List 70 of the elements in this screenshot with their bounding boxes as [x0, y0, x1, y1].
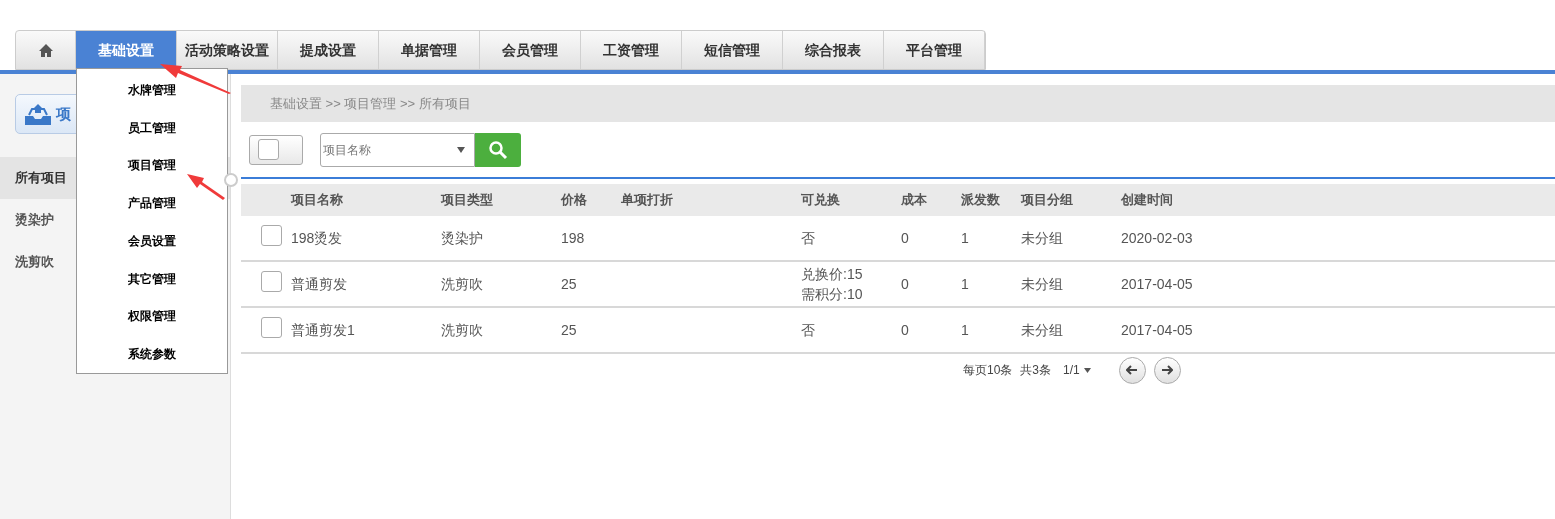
select-all-toggle[interactable]	[249, 134, 303, 165]
left-arrow-icon	[1126, 365, 1139, 375]
nav-tab[interactable]: 工资管理	[581, 31, 682, 69]
table-cell-text: 0	[901, 321, 910, 340]
annotation-arrow	[186, 172, 226, 200]
table-cell-text: 否	[801, 229, 816, 248]
checkbox[interactable]	[261, 224, 282, 246]
column-header: 项目名称	[291, 191, 344, 210]
nav-tab[interactable]: 提成设置	[278, 31, 379, 69]
column-header: 可兑换	[801, 191, 841, 210]
table-cell-text: 0	[901, 229, 910, 248]
table-cell-text: 兑换价:15	[801, 265, 864, 284]
table-cell-text: 普通剪发	[291, 275, 348, 294]
nav-tab[interactable]: 单据管理	[379, 31, 480, 69]
table-cell-text: 1	[961, 229, 970, 248]
nav-tab[interactable]: 短信管理	[682, 31, 783, 69]
column-header: 项目类型	[441, 191, 494, 210]
checkbox[interactable]	[261, 270, 282, 292]
nav-tab[interactable]: 平台管理	[884, 31, 985, 69]
menu-item[interactable]: 项目管理	[77, 146, 227, 185]
breadcrumb: 基础设置 >> 项目管理 >> 所有项目	[241, 85, 1555, 122]
column-header: 派发数	[961, 191, 1001, 210]
page-select[interactable]: 1/1	[1063, 361, 1091, 379]
table-cell-text: 2020-02-03	[1121, 229, 1194, 248]
table-cell-text: 洗剪吹	[441, 321, 484, 340]
table-cell-text: 未分组	[1021, 321, 1064, 340]
table-cell-text: 1	[961, 321, 970, 340]
menu-item[interactable]: 员工管理	[77, 108, 227, 147]
tray-upload-icon	[23, 102, 53, 126]
table-cell-text: 烫染护	[441, 229, 484, 248]
dropdown-caret-icon	[457, 146, 465, 153]
nav-tab[interactable]: 综合报表	[783, 31, 884, 69]
column-header: 价格	[561, 191, 588, 210]
right-arrow-icon	[1161, 365, 1174, 375]
previous-page-button[interactable]	[1118, 356, 1146, 384]
home-icon	[38, 43, 53, 57]
table-cell-text: 需积分:10	[801, 285, 864, 304]
search-button[interactable]	[475, 132, 521, 167]
column-header: 成本	[901, 191, 928, 210]
table-cell-text: 未分组	[1021, 229, 1064, 248]
table-cell-text: 2017-04-05	[1121, 275, 1194, 294]
table-cell-text: 25	[561, 321, 578, 340]
table-cell-text: 普通剪发1	[291, 321, 356, 340]
table-cell-text: 198	[561, 229, 586, 248]
nav-tab[interactable]: 会员管理	[480, 31, 581, 69]
menu-item[interactable]: 水牌管理	[77, 71, 227, 109]
page-size-label: 每页10条	[963, 362, 1013, 379]
search-field[interactable]: 项目名称	[320, 132, 475, 167]
table-cell-text: 未分组	[1021, 275, 1064, 294]
table-cell-text: 0	[901, 275, 910, 294]
menu-item[interactable]: 权限管理	[77, 297, 227, 336]
table-cell-text: 198烫发	[291, 229, 344, 248]
menu-item[interactable]: 其它管理	[77, 259, 227, 298]
total-count: 共3条	[1020, 362, 1052, 379]
table-cell-text: 否	[801, 321, 816, 340]
caret-icon	[1083, 367, 1091, 373]
next-page-button[interactable]	[1153, 356, 1181, 384]
table-cell-text: 洗剪吹	[441, 275, 484, 294]
search-icon	[488, 139, 508, 160]
table-cell-text: 25	[561, 275, 578, 294]
menu-item[interactable]: 会员设置	[77, 222, 227, 260]
table-cell-text: 2017-04-05	[1121, 321, 1194, 340]
column-header: 单项打折	[621, 191, 674, 210]
table-cell-text: 1	[961, 275, 970, 294]
menu-item[interactable]: 系统参数	[77, 335, 227, 373]
column-header: 项目分组	[1021, 191, 1074, 210]
nav-tab[interactable]: 基础设置	[76, 31, 177, 69]
checkbox[interactable]	[261, 316, 282, 338]
column-header: 创建时间	[1121, 191, 1174, 210]
menu-item[interactable]: 产品管理	[77, 184, 227, 222]
